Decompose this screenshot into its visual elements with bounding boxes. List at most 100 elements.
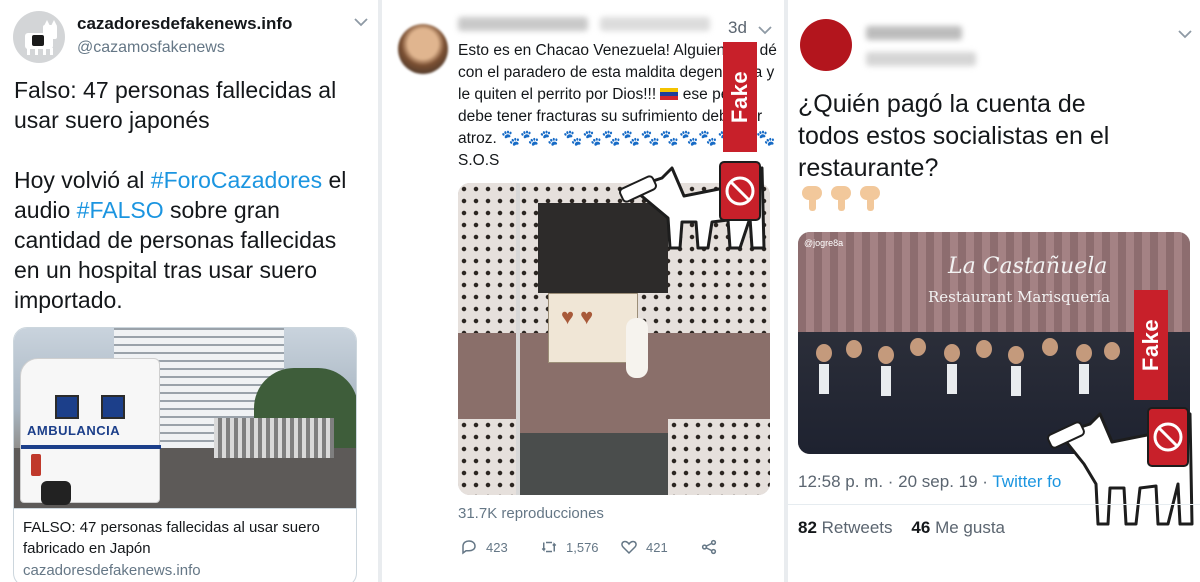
banner-image: ♥ ♥ — [548, 293, 638, 363]
window-image — [518, 433, 668, 495]
card-title: FALSO: 47 personas fallecidas al usar su… — [23, 519, 320, 557]
tweet-text: ¿Quién pagó la cuenta de todos estos soc… — [798, 90, 1110, 182]
view-count: 31.7K reproducciones — [458, 505, 604, 522]
like-button[interactable]: 421 — [620, 538, 668, 556]
chevron-down-icon[interactable] — [758, 22, 772, 38]
likes-count: 46 — [911, 518, 931, 537]
restaurant-sign: La Castañuela — [948, 254, 1108, 279]
retweets-label: Retweets — [816, 518, 893, 537]
gate-image — [214, 418, 334, 458]
timestamp[interactable]: 12:58 p. m. · 20 sep. 19 · — [798, 472, 992, 491]
person-head — [816, 344, 832, 362]
person-head — [1042, 338, 1058, 356]
fake-stamp-text: Fake — [1138, 318, 1163, 372]
avatar[interactable] — [398, 24, 448, 74]
tweet-text-line: Falso: 47 personas fallecidas al usar su… — [14, 77, 337, 133]
reply-icon — [462, 540, 476, 555]
restaurant-subsign: Restaurant Marisquería — [928, 288, 1111, 306]
person-head — [878, 346, 894, 364]
blurred-handle — [866, 52, 976, 66]
avatar[interactable] — [13, 11, 65, 63]
share-icon — [701, 539, 717, 555]
lattice-wall — [668, 419, 770, 495]
person-shirt — [819, 364, 829, 394]
person-head — [1076, 344, 1092, 362]
venezuela-flag-icon — [660, 88, 679, 100]
like-count: 421 — [646, 539, 668, 555]
fake-mascot-icon — [1047, 407, 1194, 526]
ambulance-label: AMBULANCIA — [27, 423, 121, 438]
engagement-stats: 82 Retweets 46 Me gusta — [798, 518, 1005, 538]
reply-count: 423 — [486, 539, 508, 555]
ambulance-light — [31, 454, 41, 476]
banner-drawing-icon: ♥ ♥ — [561, 304, 594, 329]
person-head — [976, 340, 992, 358]
retweets-stat[interactable]: 82 Retweets — [798, 518, 893, 537]
panel-divider — [378, 0, 382, 582]
avatar-badge-icon — [32, 35, 44, 46]
ambulance-wheel — [41, 481, 71, 505]
hashtag-link[interactable]: #FALSO — [77, 197, 164, 223]
photo-watermark: @jogre8a — [804, 238, 844, 248]
person-head — [846, 340, 862, 358]
fake-stamp-label: Fake — [1134, 290, 1168, 400]
person-head — [910, 338, 926, 356]
fake-stamp-text: Fake — [727, 70, 752, 124]
ambulance-image: AMBULANCIA — [20, 358, 161, 505]
chevron-down-icon[interactable] — [1178, 26, 1192, 42]
ambulance-window — [55, 395, 79, 419]
display-name[interactable]: cazadoresdefakenews.info — [77, 14, 292, 34]
card-domain: cazadoresdefakenews.info — [23, 562, 201, 579]
card-info: FALSO: 47 personas fallecidas al usar su… — [14, 508, 356, 582]
person-head — [944, 344, 960, 362]
tweet-text-body: Hoy volvió al #ForoCazadores el audio #F… — [14, 165, 364, 315]
pointing-down-emoji-row — [800, 186, 882, 212]
card-image: AMBULANCIA — [14, 328, 356, 508]
fake-mascot-icon — [619, 161, 766, 250]
likes-label: Me gusta — [930, 518, 1005, 537]
heart-icon — [621, 540, 637, 555]
retweets-count: 82 — [798, 518, 817, 537]
pointing-down-icon — [829, 186, 853, 212]
timestamp[interactable]: 3d — [728, 18, 747, 38]
tweet-actions: 423 1,576 421 — [458, 538, 758, 560]
retweet-button[interactable]: 1,576 — [540, 538, 599, 556]
person-shirt — [1079, 364, 1089, 394]
ambulance-window — [101, 395, 125, 419]
blurred-display-name — [458, 17, 588, 31]
link-card[interactable]: AMBULANCIA FALSO: 47 personas fallecidas… — [13, 327, 357, 582]
divider-line — [788, 504, 1200, 505]
retweet-icon — [541, 541, 557, 553]
avatar[interactable] — [800, 19, 852, 71]
avatar-cat-leg-icon — [50, 48, 53, 55]
hashtag-link[interactable]: #ForoCazadores — [151, 167, 322, 193]
pointing-down-icon — [800, 186, 824, 212]
avatar-cat-leg-icon — [43, 48, 46, 55]
source-link[interactable]: Twitter fo — [992, 472, 1061, 491]
pole-image — [516, 183, 520, 495]
avatar-cat-leg-icon — [27, 48, 30, 55]
pointing-down-icon — [858, 186, 882, 212]
puppy-image — [626, 318, 648, 378]
tweet-panel-1: cazadoresdefakenews.info @cazamosfakenew… — [0, 0, 378, 582]
likes-stat[interactable]: 46 Me gusta — [911, 518, 1005, 537]
tweet-text: Falso: 47 personas fallecidas al usar su… — [14, 75, 364, 345]
ambulance-stripe — [21, 445, 161, 449]
tweet-text-segment: Hoy volvió al — [14, 167, 151, 193]
blurred-handle — [600, 17, 710, 31]
user-handle[interactable]: @cazamosfakenews — [77, 39, 225, 57]
blurred-display-name — [866, 26, 962, 40]
share-button[interactable] — [700, 538, 718, 556]
retweet-count: 1,576 — [566, 539, 599, 555]
tweet-meta: 12:58 p. m. · 20 sep. 19 · Twitter fo — [798, 472, 1061, 492]
avatar-cat-leg-icon — [35, 48, 38, 55]
lattice-wall — [458, 419, 518, 495]
person-head — [1104, 342, 1120, 360]
person-shirt — [947, 364, 957, 394]
tweet-panel-2: 3d Esto es en Chacao Venezuela! Alguien … — [384, 0, 784, 582]
person-head — [1008, 346, 1024, 364]
reply-button[interactable]: 423 — [460, 538, 508, 556]
person-shirt — [1011, 366, 1021, 396]
tweet-panel-3: ¿Quién pagó la cuenta de todos estos soc… — [788, 0, 1200, 582]
chevron-down-icon[interactable] — [354, 14, 368, 30]
